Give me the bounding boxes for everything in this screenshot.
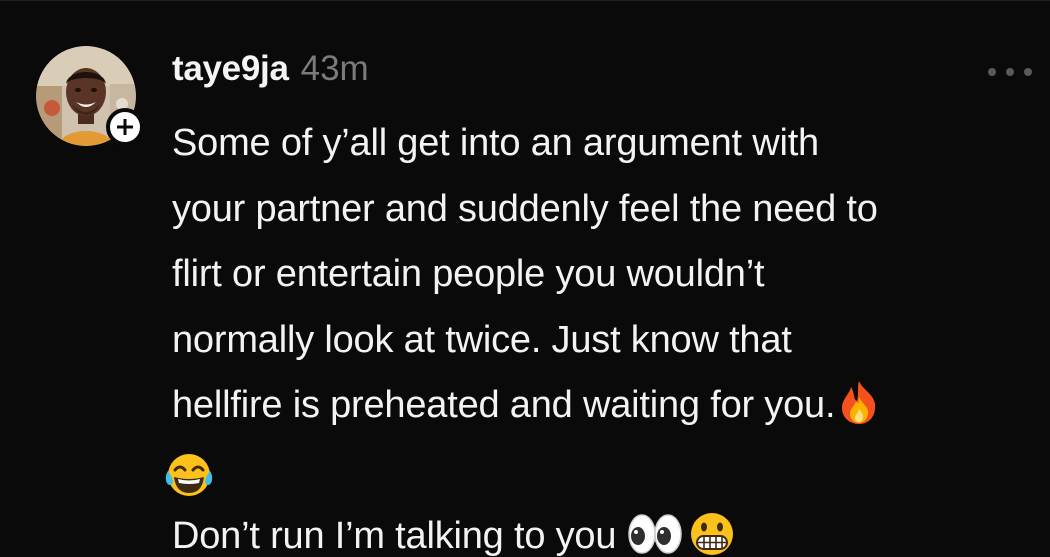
post-body-final-line: Don’t run I’m talking to you [172,504,1042,557]
post-header: taye9ja 43m [172,49,369,93]
author-username[interactable]: taye9ja [172,49,289,89]
author-avatar-container[interactable] [36,46,144,146]
tears-of-joy-emoji [165,454,213,497]
emoji-line [164,439,1042,505]
grimacing-emoji [691,512,734,555]
post-body-line: hellfire is preheated and waiting for yo… [172,384,836,426]
more-horizontal-icon[interactable] [984,61,1036,83]
post-timestamp[interactable]: 43m [301,49,369,89]
eyes-emoji [628,514,683,554]
post-body-line-with-emoji: hellfire is preheated and waiting for yo… [172,373,1042,439]
post-body-line: your partner and suddenly feel the need … [172,187,878,230]
fire-emoji [842,380,876,424]
post-body-line: normally look at twice. Just know that [172,318,792,361]
post-body-line: flirt or entertain people you wouldn’t [172,253,765,295]
plus-icon [117,119,133,135]
follow-button[interactable] [106,108,144,146]
post-body-line: Don’t run I’m talking to you [172,515,617,557]
thread-post: taye9ja 43m Some of y’all get into an ar… [0,0,1050,557]
post-body: Some of y’all get into an argument with … [165,111,1042,557]
post-body-line: Some of y’all get into an argument with [172,122,819,164]
